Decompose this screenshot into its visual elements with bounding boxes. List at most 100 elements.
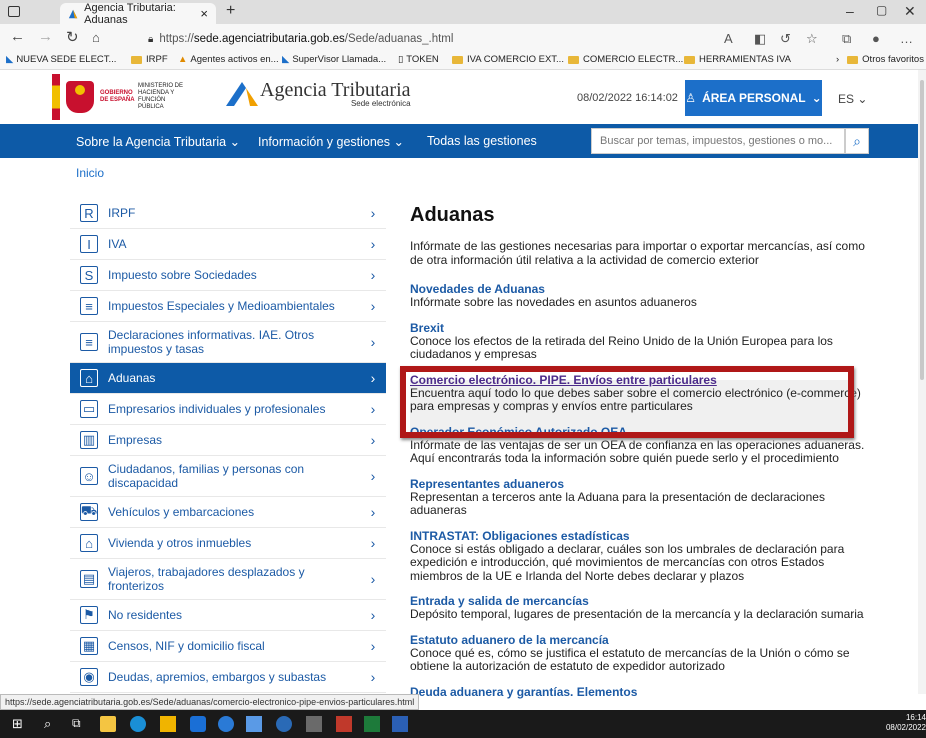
app-icon[interactable]: [218, 716, 234, 732]
sidebar-item[interactable]: ▦ Censos, NIF y domicilio fiscal ›: [70, 631, 386, 662]
close-tab-icon[interactable]: ×: [200, 6, 208, 21]
sidebar-item[interactable]: S Impuesto sobre Sociedades ›: [70, 260, 386, 291]
area-personal-button[interactable]: ♙ ÁREA PERSONAL ⌄: [685, 80, 822, 116]
search-input[interactable]: Buscar por temas, impuestos, gestiones o…: [591, 128, 845, 154]
app-icon[interactable]: [246, 716, 262, 732]
sidebar-item-label: IVA: [108, 237, 127, 251]
page-title: Aduanas: [410, 204, 495, 226]
file-explorer-icon[interactable]: [100, 716, 116, 732]
profile-avatar-icon[interactable]: ●: [872, 31, 880, 46]
category-icon: ▤: [80, 570, 98, 588]
status-bar-url: https://sede.agenciatributaria.gob.es/Se…: [0, 694, 420, 710]
chevron-down-icon: ⌄: [857, 92, 868, 106]
content-item-desc: Conoce qué es, cómo se justifica el esta…: [410, 645, 850, 673]
content-item-desc: Depósito temporal, lugares de presentaci…: [410, 607, 864, 621]
back-icon[interactable]: ←: [10, 28, 25, 45]
reload-icon[interactable]: ↻: [66, 28, 79, 46]
content-item: Deuda aduanera y garantías. Elementos: [410, 685, 880, 699]
word-icon[interactable]: [392, 716, 408, 732]
url-path: /Sede/aduanas_.html: [344, 33, 454, 45]
bookmark-item[interactable]: COMERCIO ELECTR...: [568, 54, 683, 65]
sidebar-item[interactable]: ≡ Impuestos Especiales y Medioambientales…: [70, 291, 386, 322]
chevron-right-icon: ›: [370, 432, 376, 448]
content-item-link[interactable]: Deuda aduanera y garantías. Elementos: [410, 685, 880, 699]
sidebar-item-label: Vehículos y embarcaciones: [108, 505, 255, 519]
bookmark-item[interactable]: ◣ SuperVisor Llamada...: [282, 54, 386, 65]
excel-icon[interactable]: [364, 716, 380, 732]
nav-todas-gestiones[interactable]: Todas las gestiones: [427, 134, 537, 148]
home-icon[interactable]: ⌂: [92, 30, 100, 45]
app-icon[interactable]: [276, 716, 292, 732]
sidebar-item[interactable]: ⌂ Aduanas ›: [70, 363, 386, 394]
sidebar-item[interactable]: ▤ Viajeros, trabajadores desplazados y fr…: [70, 559, 386, 600]
edge-icon[interactable]: [130, 716, 146, 732]
browser-tab[interactable]: Agencia Tributaria: Aduanas ×: [60, 1, 216, 26]
sidebar-item[interactable]: ▭ Empresarios individuales y profesionale…: [70, 394, 386, 425]
minimize-icon[interactable]: –: [846, 3, 854, 19]
gobierno-logo[interactable]: GOBIERNO DE ESPAÑA MINISTERIO DE HACIEND…: [52, 72, 210, 122]
task-view-icon[interactable]: ⧉: [72, 716, 88, 732]
mail-icon[interactable]: [306, 716, 322, 732]
chevron-down-icon: ⌄: [811, 91, 822, 105]
windows-start-icon[interactable]: ⊞: [12, 716, 28, 732]
tab-actions-icon[interactable]: [8, 6, 20, 17]
sidebar-item[interactable]: ⚑ No residentes ›: [70, 600, 386, 631]
bookmark-item[interactable]: IVA COMERCIO EXT...: [452, 54, 564, 65]
bookmark-item[interactable]: ▲ Agentes activos en...: [178, 54, 279, 65]
ministerio-text: MINISTERIO DE HACIENDA Y FUNCIÓN PÚBLICA: [138, 83, 184, 110]
sidebar-item-label: Empresas: [108, 433, 163, 447]
gobierno-text: GOBIERNO DE ESPAÑA: [100, 90, 135, 103]
search-icon[interactable]: ⌕: [44, 716, 60, 732]
restore-icon[interactable]: ▢: [876, 3, 887, 17]
user-icon: ♙: [685, 91, 697, 105]
app-icon[interactable]: [160, 716, 176, 732]
sidebar-item[interactable]: R IRPF ›: [70, 198, 386, 229]
app-icon[interactable]: [190, 716, 206, 732]
favorites-icon[interactable]: ☆: [806, 31, 818, 47]
read-aloud-icon[interactable]: A: [724, 31, 733, 46]
datetime: 08/02/2022 16:14:02: [577, 92, 678, 104]
bookmark-item[interactable]: HERRAMIENTAS IVA: [684, 54, 791, 65]
new-tab-icon[interactable]: +: [226, 2, 235, 20]
content-item: Brexit Conoce los efectos de la retirada …: [410, 321, 880, 362]
refresh-extension-icon[interactable]: ↺: [780, 31, 791, 47]
chevron-right-icon: ›: [370, 370, 376, 386]
breadcrumb[interactable]: Inicio: [76, 166, 104, 180]
bookmark-item[interactable]: › Otros favoritos: [836, 54, 924, 65]
content-item-link[interactable]: Representantes aduaneros: [410, 477, 880, 491]
category-icon: ◉: [80, 668, 98, 686]
chevron-right-icon: ›: [370, 334, 376, 350]
close-window-icon[interactable]: ✕: [904, 3, 916, 20]
bookmark-item[interactable]: ◣ NUEVA SEDE ELECT...: [6, 54, 116, 65]
category-icon: R: [80, 204, 98, 222]
content-item-link[interactable]: Estatuto aduanero de la mercancía: [410, 633, 880, 647]
content-item-link[interactable]: INTRASTAT: Obligaciones estadísticas: [410, 529, 880, 543]
scrollbar-thumb[interactable]: [920, 80, 924, 380]
more-icon[interactable]: …: [900, 31, 913, 46]
agencia-logo[interactable]: Agencia Tributaria Sede electrónica: [224, 80, 411, 108]
content-item-link[interactable]: Brexit: [410, 321, 880, 335]
forward-icon[interactable]: →: [38, 28, 53, 45]
sidebar-item[interactable]: ⛟ Vehículos y embarcaciones ›: [70, 497, 386, 528]
extension-icon[interactable]: ◧: [754, 31, 766, 47]
search-icon[interactable]: ⌕: [845, 128, 869, 154]
sidebar-item[interactable]: ≡ Declaraciones informativas. IAE. Otros …: [70, 322, 386, 363]
app-icon[interactable]: [336, 716, 352, 732]
content-item: INTRASTAT: Obligaciones estadísticas Cono…: [410, 529, 880, 584]
folder-icon: [568, 55, 579, 64]
collections-icon[interactable]: ⧉: [842, 31, 851, 47]
tab-title: Agencia Tributaria: Aduanas: [84, 1, 176, 26]
nav-informacion-gestiones[interactable]: Información y gestiones ⌄: [258, 134, 404, 149]
url-field[interactable]: 🔒︎ https://sede.agenciatributaria.gob.es…: [148, 29, 453, 49]
language-selector[interactable]: ES ⌄: [838, 92, 867, 106]
sidebar-item[interactable]: ▥ Empresas ›: [70, 425, 386, 456]
sidebar-item[interactable]: ◉ Deudas, apremios, embargos y subastas ›: [70, 662, 386, 693]
nav-sobre-agencia[interactable]: Sobre la Agencia Tributaria ⌄: [76, 134, 240, 149]
bookmark-item[interactable]: IRPF: [131, 54, 168, 65]
bookmark-item[interactable]: ▯ TOKEN: [398, 54, 439, 65]
sidebar-item[interactable]: I IVA ›: [70, 229, 386, 260]
sidebar-item[interactable]: ⌂ Vivienda y otros inmuebles ›: [70, 528, 386, 559]
category-icon: S: [80, 266, 98, 284]
sidebar-item[interactable]: ☺ Ciudadanos, familias y personas con dis…: [70, 456, 386, 497]
agencia-logo-icon: [226, 82, 258, 106]
